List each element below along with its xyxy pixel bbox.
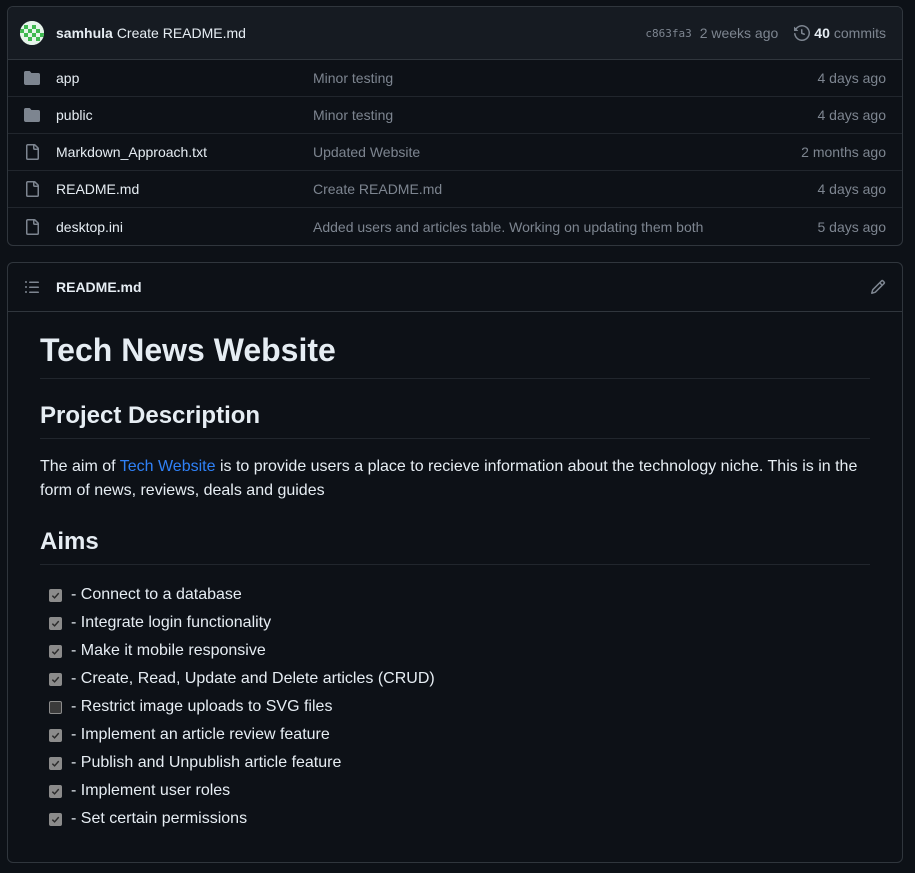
file-last-commit[interactable]: Create README.md bbox=[313, 181, 818, 197]
task-checkbox[interactable] bbox=[49, 784, 62, 798]
file-age: 5 days ago bbox=[817, 218, 887, 235]
task-checkbox[interactable] bbox=[49, 728, 62, 742]
file-icon bbox=[24, 218, 56, 235]
readme-header: README.md bbox=[8, 263, 902, 312]
task-list-item: - Implement user roles bbox=[49, 777, 870, 805]
task-list-item: - Make it mobile responsive bbox=[49, 637, 870, 665]
pencil-icon[interactable] bbox=[870, 279, 886, 295]
file-age: 4 days ago bbox=[817, 70, 887, 86]
task-list-item: - Set certain permissions bbox=[49, 805, 870, 833]
section-heading-description: Project Description bbox=[40, 401, 870, 439]
readme-panel: README.md Tech News Website Project Desc… bbox=[7, 262, 903, 863]
file-age: 4 days ago bbox=[817, 107, 887, 123]
file-row[interactable]: app Minor testing 4 days ago bbox=[8, 60, 902, 97]
task-list-item: - Integrate login functionality bbox=[49, 609, 870, 637]
commits-history-link[interactable]: 40 commits bbox=[794, 25, 886, 41]
folder-icon bbox=[24, 107, 56, 123]
folder-icon bbox=[24, 70, 56, 86]
commit-author[interactable]: samhula bbox=[56, 25, 113, 41]
readme-content: Tech News Website Project Description Th… bbox=[8, 312, 902, 833]
task-checkbox[interactable] bbox=[49, 644, 62, 658]
task-text: - Make it mobile responsive bbox=[71, 642, 266, 659]
file-row[interactable]: public Minor testing 4 days ago bbox=[8, 97, 902, 134]
file-name[interactable]: app bbox=[56, 70, 313, 86]
task-text: - Create, Read, Update and Delete articl… bbox=[71, 670, 435, 687]
task-text: - Integrate login functionality bbox=[71, 614, 272, 631]
task-checkbox[interactable] bbox=[49, 588, 62, 602]
task-text: - Implement user roles bbox=[71, 782, 231, 799]
file-list: app Minor testing 4 days ago public Minor te… bbox=[8, 60, 902, 245]
history-icon bbox=[794, 25, 811, 41]
commit-count: 40 bbox=[814, 25, 830, 41]
task-checkbox[interactable] bbox=[49, 672, 62, 686]
section-heading-aims: Aims bbox=[40, 527, 870, 565]
readme-filename[interactable]: README.md bbox=[56, 279, 142, 295]
file-browser: samhula Create README.md c863fa3 2 weeks… bbox=[7, 6, 903, 246]
aims-task-list: - Connect to a database - Integrate login… bbox=[40, 581, 870, 833]
readme-title: Tech News Website bbox=[40, 330, 870, 379]
file-last-commit[interactable]: Minor testing bbox=[313, 70, 818, 86]
list-icon[interactable] bbox=[24, 279, 40, 295]
commit-sha[interactable]: c863fa3 bbox=[645, 27, 691, 40]
commit-message[interactable]: Create README.md bbox=[117, 25, 246, 41]
file-last-commit[interactable]: Minor testing bbox=[313, 107, 818, 123]
file-name[interactable]: desktop.ini bbox=[56, 219, 313, 235]
task-text: - Publish and Unpublish article feature bbox=[71, 754, 342, 771]
file-last-commit[interactable]: Added users and articles table. Working … bbox=[313, 219, 818, 235]
file-name[interactable]: Markdown_Approach.txt bbox=[56, 144, 313, 160]
tech-website-link[interactable]: Tech Website bbox=[120, 458, 216, 475]
task-text: - Implement an article review feature bbox=[71, 726, 330, 743]
task-checkbox[interactable] bbox=[49, 756, 62, 770]
task-list-item: - Connect to a database bbox=[49, 581, 870, 609]
file-row[interactable]: Markdown_Approach.txt Updated Website 2 mo… bbox=[8, 134, 902, 171]
task-checkbox[interactable] bbox=[49, 616, 62, 630]
file-icon bbox=[24, 144, 56, 160]
file-row[interactable]: desktop.ini Added users and articles tabl… bbox=[8, 208, 902, 245]
task-checkbox[interactable] bbox=[49, 812, 62, 826]
commits-label: commits bbox=[833, 25, 886, 41]
file-age: 2 months ago bbox=[801, 144, 886, 160]
task-text: - Restrict image uploads to SVG files bbox=[71, 698, 333, 715]
description-paragraph: The aim of Tech Website is to provide us… bbox=[40, 458, 858, 499]
file-name[interactable]: public bbox=[56, 107, 313, 123]
file-row[interactable]: README.md Create README.md 4 days ago bbox=[8, 171, 902, 208]
task-list-item: - Implement an article review feature bbox=[49, 721, 870, 749]
file-name[interactable]: README.md bbox=[56, 181, 313, 197]
task-text: - Set certain permissions bbox=[71, 810, 248, 827]
task-list-item: - Create, Read, Update and Delete articl… bbox=[49, 665, 870, 693]
avatar[interactable] bbox=[20, 21, 44, 45]
task-list-item: - Restrict image uploads to SVG files bbox=[49, 693, 870, 721]
file-age: 4 days ago bbox=[817, 181, 887, 197]
latest-commit-bar: samhula Create README.md c863fa3 2 weeks… bbox=[8, 7, 902, 60]
task-list-item: - Publish and Unpublish article feature bbox=[49, 749, 870, 777]
file-last-commit[interactable]: Updated Website bbox=[313, 144, 801, 160]
task-checkbox[interactable] bbox=[49, 700, 62, 714]
commit-age: 2 weeks ago bbox=[699, 25, 779, 41]
task-text: - Connect to a database bbox=[71, 586, 242, 603]
file-icon bbox=[24, 181, 56, 197]
